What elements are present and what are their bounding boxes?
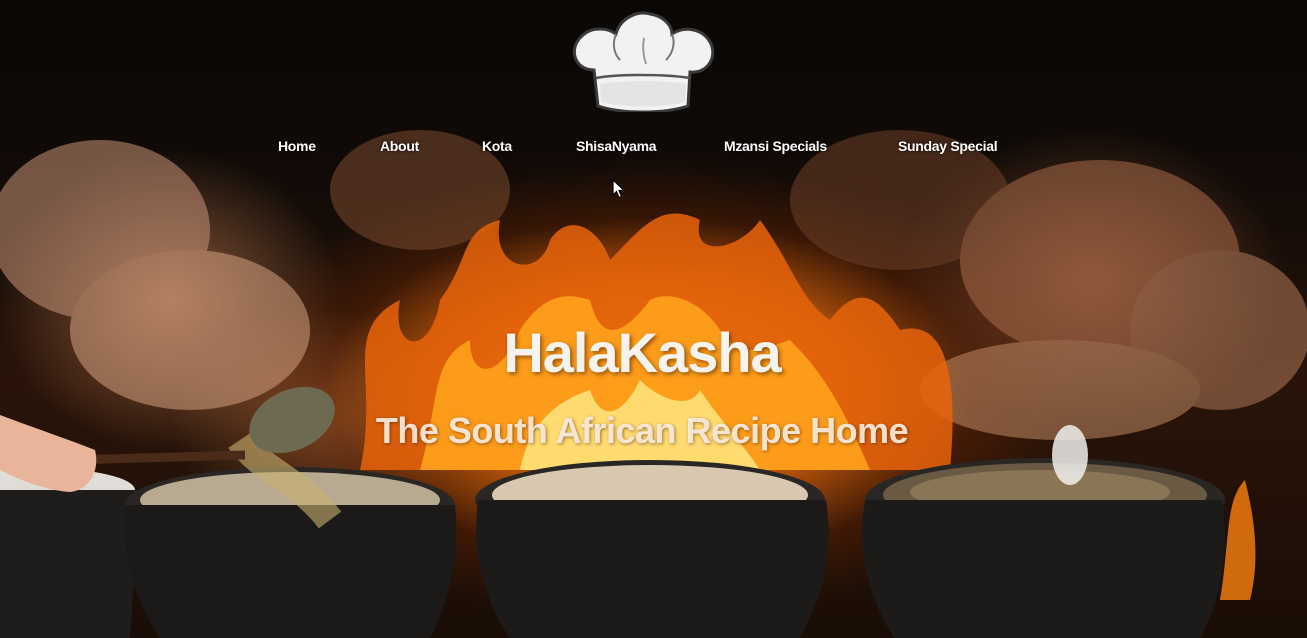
- nav-link-shisanyama[interactable]: ShisaNyama: [576, 138, 657, 154]
- chef-hat-logo[interactable]: [568, 8, 718, 114]
- nav-link-sunday-special[interactable]: Sunday Special: [898, 138, 998, 154]
- mouse-cursor-icon: [612, 179, 625, 199]
- chef-hat-icon: [572, 11, 715, 114]
- nav-link-about[interactable]: About: [380, 138, 419, 154]
- pot-third: [475, 460, 829, 638]
- nav-link-mzansi-specials[interactable]: Mzansi Specials: [724, 138, 827, 154]
- nav-link-home[interactable]: Home: [278, 138, 316, 154]
- site-title: HalaKasha: [503, 320, 781, 384]
- main-navigation: Home About Kota ShisaNyama Mzansi Specia…: [0, 138, 1307, 158]
- pot-left: [0, 468, 140, 638]
- nav-link-kota[interactable]: Kota: [482, 138, 512, 154]
- site-subtitle: The South African Recipe Home: [375, 409, 909, 451]
